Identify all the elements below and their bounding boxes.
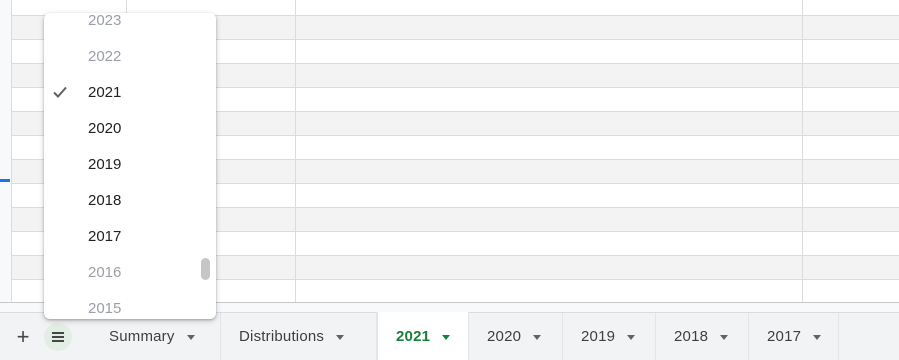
menu-item-label: 2016 (88, 263, 122, 281)
tab-label: 2018 (674, 328, 709, 345)
menu-item-label: 2018 (88, 191, 122, 209)
chevron-down-icon[interactable] (186, 335, 195, 340)
chevron-down-icon[interactable] (442, 335, 451, 340)
menu-item-2015[interactable]: 2015 (44, 290, 216, 319)
chevron-down-icon[interactable] (336, 335, 345, 340)
tab-label: Distributions (239, 328, 325, 345)
menu-item-2016[interactable]: 2016 (44, 254, 216, 290)
tab-2017[interactable]: 2017 (749, 313, 839, 360)
menu-item-2017[interactable]: 2017 (44, 218, 216, 254)
menu-item-2019[interactable]: 2019 (44, 146, 216, 182)
tab-label: 2017 (767, 328, 802, 345)
menu-item-2020[interactable]: 2020 (44, 110, 216, 146)
menu-item-label: 2020 (88, 119, 122, 137)
menu-item-label: 2022 (88, 47, 122, 65)
column-divider (295, 0, 296, 304)
add-sheet-button[interactable]: + (9, 323, 37, 351)
chevron-down-icon[interactable] (720, 335, 729, 340)
tab-summary[interactable]: Summary (91, 313, 221, 360)
tab-2021[interactable]: 2021 (377, 312, 469, 360)
tab-2019[interactable]: 2019 (563, 313, 656, 360)
tab-label: Summary (109, 328, 175, 345)
menu-item-2018[interactable]: 2018 (44, 182, 216, 218)
all-sheets-menu[interactable]: 2023 2022 2021 2020 2019 2018 2017 2016 … (44, 13, 216, 319)
menu-item-label: 2021 (88, 83, 122, 101)
menu-item-2021[interactable]: 2021 (44, 74, 216, 110)
tab-label: 2020 (487, 328, 522, 345)
column-divider (802, 0, 803, 304)
sheet-tab-bar: + Summary Distributions 2021 2020 2019 2… (0, 312, 899, 360)
menu-item-2022[interactable]: 2022 (44, 38, 216, 74)
menu-scrollbar-thumb[interactable] (201, 258, 210, 280)
tab-label: 2019 (581, 328, 616, 345)
chevron-down-icon[interactable] (627, 335, 636, 340)
menu-item-2023[interactable]: 2023 (44, 13, 216, 38)
selection-marker (0, 179, 10, 182)
tab-2020[interactable]: 2020 (469, 313, 563, 360)
row-header-strip[interactable] (0, 0, 12, 304)
menu-item-label: 2019 (88, 155, 122, 173)
spreadsheet-page: + Summary Distributions 2021 2020 2019 2… (0, 0, 899, 360)
tab-2018[interactable]: 2018 (656, 313, 749, 360)
tab-distributions[interactable]: Distributions (221, 313, 377, 360)
checkmark-icon (53, 86, 67, 98)
tab-label: 2021 (396, 328, 431, 345)
list-icon (52, 332, 64, 342)
all-sheets-button[interactable] (44, 323, 72, 351)
chevron-down-icon[interactable] (813, 335, 822, 340)
menu-item-label: 2023 (88, 13, 122, 29)
menu-item-label: 2015 (88, 299, 122, 317)
menu-item-label: 2017 (88, 227, 122, 245)
chevron-down-icon[interactable] (533, 335, 542, 340)
plus-icon: + (16, 324, 30, 349)
